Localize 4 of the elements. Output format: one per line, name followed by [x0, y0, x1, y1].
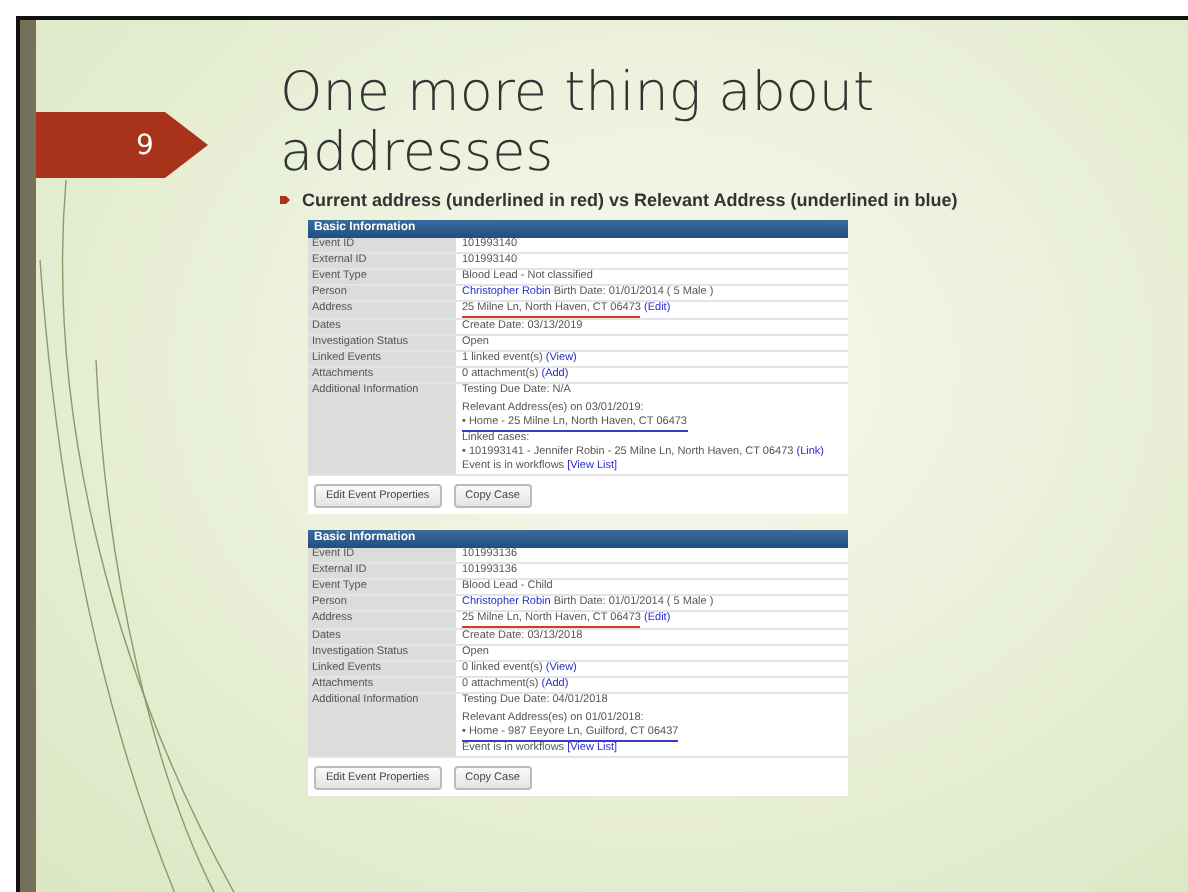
- slide-number: 9: [36, 112, 208, 178]
- bullet-text: Current address (underlined in red) vs Relevant Address (underlined in blue): [302, 190, 958, 210]
- slide-title: One more thing about addresses: [280, 64, 877, 184]
- bullet-icon: [280, 196, 290, 204]
